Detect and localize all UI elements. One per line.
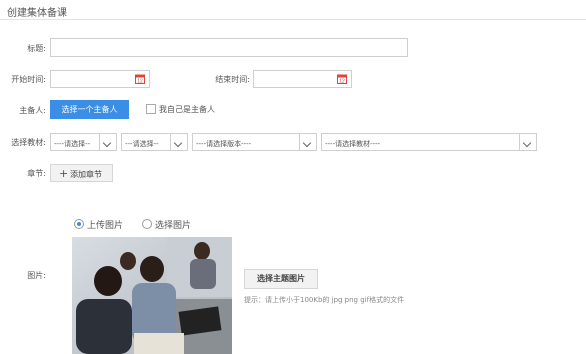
- add-chapter-label: 添加章节: [70, 170, 102, 179]
- title-divider: [0, 19, 586, 20]
- textbook-select[interactable]: ----请选择教材----: [321, 133, 537, 151]
- select-value: ----请选择--: [54, 140, 91, 148]
- version-select[interactable]: ----请选择版本----: [192, 133, 317, 151]
- page-title: 创建集体备课: [7, 8, 67, 19]
- image-label: 图片:: [27, 271, 46, 280]
- upload-hint: 提示：请上传小于100Kb的 jpg png gif格式的文件: [244, 296, 405, 304]
- title-input[interactable]: [50, 38, 408, 57]
- start-time-input[interactable]: 12: [50, 70, 150, 88]
- upload-image-label: 上传图片: [87, 221, 124, 231]
- calendar-icon[interactable]: 12: [337, 74, 347, 84]
- svg-text:12: 12: [137, 79, 143, 85]
- end-time-input[interactable]: 12: [253, 70, 352, 88]
- grade-select[interactable]: ----请选择--: [50, 133, 117, 151]
- choose-preparer-button[interactable]: 选择一个主备人: [50, 100, 129, 119]
- select-image-label: 选择图片: [155, 221, 192, 231]
- start-time-label: 开始时间:: [11, 75, 46, 84]
- select-value: ----请选择版本----: [196, 140, 252, 148]
- plus-icon: +: [59, 167, 69, 180]
- chevron-down-icon[interactable]: [519, 134, 536, 150]
- end-time-label: 结束时间:: [215, 75, 250, 84]
- upload-image-radio[interactable]: [74, 219, 84, 229]
- chapter-label: 章节:: [27, 169, 46, 178]
- select-value: ---请选择--: [125, 140, 159, 148]
- add-chapter-button[interactable]: + 添加章节: [50, 164, 113, 182]
- chevron-down-icon[interactable]: [299, 134, 316, 150]
- preparer-label: 主备人:: [19, 106, 46, 115]
- subject-select[interactable]: ---请选择--: [121, 133, 188, 151]
- calendar-icon[interactable]: 12: [135, 74, 145, 84]
- chevron-down-icon[interactable]: [170, 134, 187, 150]
- select-value: ----请选择教材----: [325, 140, 381, 148]
- uploaded-photo: [72, 237, 232, 354]
- title-label: 标题:: [27, 44, 46, 53]
- choose-theme-image-button[interactable]: 选择主题图片: [244, 269, 318, 289]
- self-preparer-checkbox[interactable]: [146, 104, 156, 114]
- chevron-down-icon[interactable]: [99, 134, 116, 150]
- svg-text:12: 12: [339, 79, 345, 85]
- self-preparer-label: 我自己是主备人: [159, 105, 215, 114]
- select-image-radio[interactable]: [142, 219, 152, 229]
- textbook-label: 选择教材:: [11, 138, 46, 147]
